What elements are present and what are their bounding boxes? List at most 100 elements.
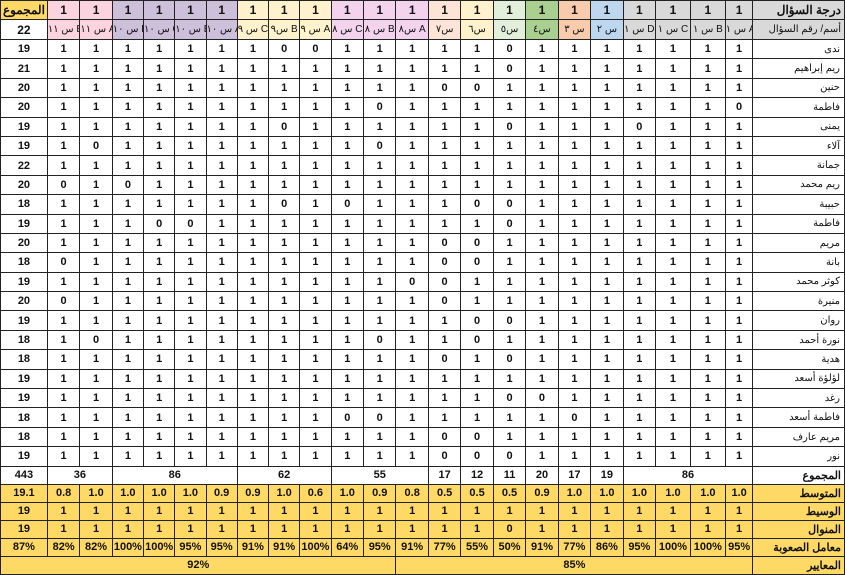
score-cell: 1 [557,291,592,312]
score-cell: 0 [362,97,397,118]
score-cell: 1 [724,232,754,254]
score-cell: 1 [492,155,527,176]
grade-cell: 1 [79,0,113,20]
grade-cell: 1 [362,0,397,20]
score-cell: 1 [557,116,592,137]
score-cell: 1 [268,388,301,409]
score-cell: 1 [525,252,559,273]
score-cell: 1 [460,349,494,370]
score-cell: 1 [460,116,494,137]
score-cell: 1 [46,116,81,137]
table-row: المجموع 1 1 1 1 1 1 1 1 1 1 1 1 1 1 1 1 1 1 1 1 1 1 درجة السؤال [0,0,845,20]
score-cell: 1 [622,97,657,118]
score-cell: 1 [79,194,113,215]
score-cell: 1 [299,310,332,331]
score-cell: 1 [143,329,176,351]
score-cell: 0 [427,252,462,273]
score-cell: 1 [557,38,592,60]
score-cell: 1 [724,310,754,331]
score-cell: 1 [590,271,624,293]
group-sum: 17 [427,465,462,485]
student-total: 18 [0,252,48,273]
score-cell: 1 [689,213,726,234]
student-name: يمنى [752,116,845,137]
grade-cell: 1 [427,0,462,20]
score-cell: 1 [330,116,364,137]
score-cell: 0 [46,174,81,196]
student-name: حنين [752,77,845,99]
score-cell: 0 [492,446,527,467]
score-cell: 1 [111,310,145,331]
score-cell: 1 [724,349,754,370]
stat-cell: 0.8 [46,483,81,503]
student-name: فاطمة [752,213,845,234]
score-cell: 0 [460,77,494,99]
score-cell: 1 [427,194,462,215]
score-cell: 0 [46,252,81,273]
student-name: لؤلؤة أسعد [752,368,845,390]
table-row: 22س ١١ Bس ١١ Aس ١٠ Dس ١٠ Cس ١٠ Bس ١٠ Aس … [0,19,845,40]
criteria-right: 85% [395,555,754,575]
stat-cell: 1 [557,519,592,539]
stat-total: 19 [0,501,48,521]
score-cell: 1 [299,329,332,351]
stat-cell: 0.9 [362,483,397,503]
table-row: 20 1 1 1 1 1 1 1 1 1 1 1 1 0 0 1 1 1 1 1 1 1 1 مريم [0,232,845,254]
score-cell: 0 [427,426,462,448]
score-cell: 1 [143,271,176,293]
table-row: 18 1 1 1 1 1 1 1 1 1 0 0 1 1 1 1 1 0 1 1 1 1 1 فاطمة أسعد [0,407,845,428]
student-name: رغد [752,388,845,409]
student-total: 18 [0,194,48,215]
score-cell: 1 [395,155,429,176]
score-cell: 1 [590,252,624,273]
score-cell: 1 [362,310,397,331]
grade-cell: 1 [236,0,270,20]
column-header: س٤ [525,19,559,40]
score-cell: 1 [525,426,559,448]
stat-cell: 1 [362,519,397,539]
score-cell: 1 [362,213,397,234]
table-row: 19 1 1 1 0 0 1 1 1 1 1 1 1 1 1 0 1 1 1 1 1 1 1 فاطمة [0,213,845,234]
stat-cell: 1 [460,501,494,521]
score-cell: 1 [268,97,301,118]
score-cell: 1 [174,388,207,409]
score-cell: 1 [655,174,691,196]
stat-cell: 82% [79,537,113,557]
score-cell: 1 [236,407,270,428]
stat-cell: 0.9 [205,483,238,503]
score-cell: 1 [330,426,364,448]
stat-cell: 1 [590,501,624,521]
score-cell: 1 [111,97,145,118]
grade-cell: 1 [590,0,624,20]
score-cell: 1 [395,194,429,215]
score-cell: 1 [330,58,364,79]
score-cell: 0 [427,349,462,370]
score-cell: 1 [590,58,624,79]
stat-cell: 1 [689,519,726,539]
score-cell: 1 [655,407,691,428]
student-total: 20 [0,291,48,312]
column-header: س٧ [427,19,462,40]
score-cell: 1 [236,368,270,390]
column-header: س ١ A [724,19,754,40]
score-cell: 1 [174,349,207,370]
score-cell: 1 [395,329,429,351]
score-cell: 1 [362,232,397,254]
score-cell: 1 [557,58,592,79]
student-name: حبيبة [752,194,845,215]
score-cell: 1 [460,291,494,312]
stat-cell: 1 [143,519,176,539]
score-cell: 1 [655,349,691,370]
score-cell: 1 [689,97,726,118]
score-cell: 1 [689,446,726,467]
score-cell: 1 [205,407,238,428]
stat-cell: 91% [236,537,270,557]
stat-cell: 1.0 [174,483,207,503]
score-cell: 1 [724,194,754,215]
score-cell: 1 [557,388,592,409]
stat-cell: 95% [205,537,238,557]
score-cell: 1 [525,135,559,157]
score-cell: 1 [460,388,494,409]
score-cell: 1 [590,329,624,351]
score-cell: 1 [174,155,207,176]
